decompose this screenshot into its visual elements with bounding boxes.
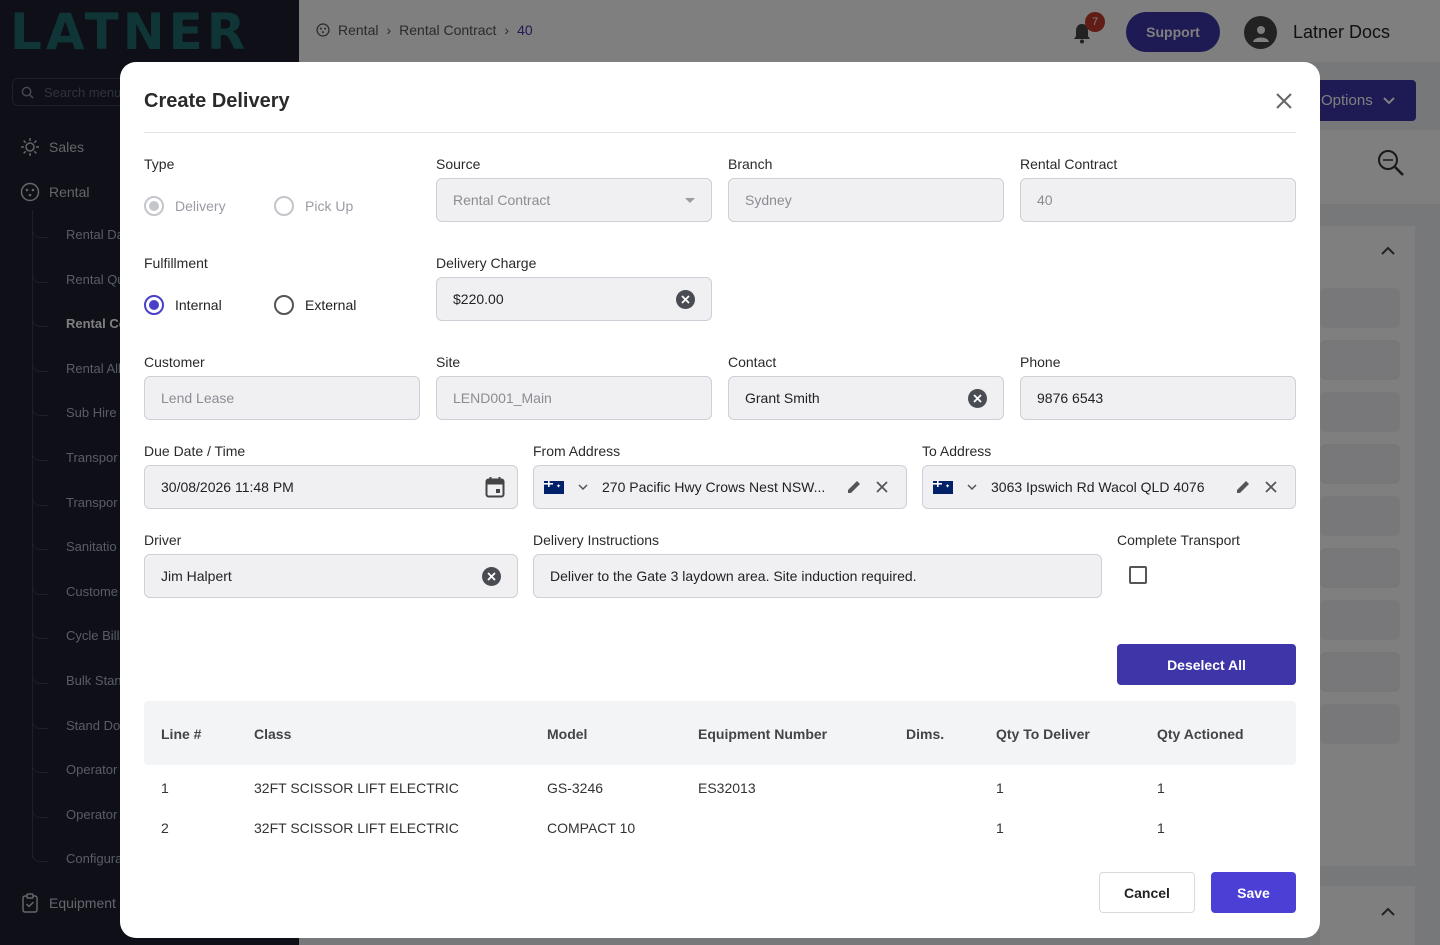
caret-down-icon [685, 197, 695, 203]
source-select: Rental Contract [436, 178, 712, 222]
to-address-label: To Address [922, 443, 992, 459]
table-cell: GS-3246 [547, 780, 604, 796]
driver-label: Driver [144, 532, 182, 548]
fulfillment-radio-internal[interactable]: Internal [144, 295, 222, 315]
delivery-instructions-input[interactable]: Deliver to the Gate 3 laydown area. Site… [533, 554, 1102, 598]
to-address-value: 3063 Ipswich Rd Wacol QLD 4076 [991, 479, 1205, 495]
branch-field: Sydney [728, 178, 1004, 222]
fulfillment-label: Fulfillment [144, 255, 208, 271]
type-delivery-label: Delivery [175, 198, 226, 214]
radio-indicator [144, 295, 164, 315]
delivery-instructions-value: Deliver to the Gate 3 laydown area. Site… [550, 568, 917, 584]
to-address-input[interactable]: 3063 Ipswich Rd Wacol QLD 4076 [922, 465, 1296, 509]
create-delivery-modal: Create Delivery Type Delivery Pick Up So… [120, 62, 1320, 938]
fulfillment-internal-label: Internal [175, 297, 222, 313]
phone-label: Phone [1020, 354, 1061, 370]
table-header: Line # Class Model Equipment Number Dims… [144, 701, 1296, 765]
radio-indicator [144, 196, 164, 216]
radio-indicator [274, 196, 294, 216]
driver-value: Jim Halpert [161, 568, 232, 584]
type-pickup-label: Pick Up [305, 198, 354, 214]
customer-value: Lend Lease [161, 390, 235, 406]
fulfillment-radio-external[interactable]: External [274, 295, 356, 315]
deselect-all-button[interactable]: Deselect All [1117, 644, 1296, 685]
from-address-input[interactable]: 270 Pacific Hwy Crows Nest NSW... [533, 465, 907, 509]
driver-input[interactable]: Jim Halpert [144, 554, 518, 598]
clear-icon[interactable] [482, 566, 501, 586]
contact-value: Grant Smith [745, 390, 820, 406]
close-icon[interactable] [872, 477, 892, 497]
contact-input[interactable]: Grant Smith [728, 376, 1004, 420]
table-cell: 1 [996, 820, 1004, 836]
contact-label: Contact [728, 354, 777, 370]
type-radio-pickup: Pick Up [274, 196, 353, 216]
column-header[interactable]: Line # [161, 726, 201, 742]
rental-contract-value: 40 [1037, 192, 1053, 208]
close-icon[interactable] [1261, 477, 1281, 497]
due-date-label: Due Date / Time [144, 443, 246, 459]
customer-field: Lend Lease [144, 376, 420, 420]
modal-divider [144, 132, 1296, 133]
column-header[interactable]: Equipment Number [698, 726, 827, 742]
table-cell: 2 [161, 820, 169, 836]
complete-transport-label: Complete Transport [1117, 532, 1240, 548]
site-value: LEND001_Main [453, 390, 552, 406]
table-cell: COMPACT 10 [547, 820, 636, 836]
rental-contract-label: Rental Contract [1020, 156, 1118, 172]
edit-pencil-icon[interactable] [844, 477, 864, 497]
table-cell: 1 [1157, 780, 1165, 796]
source-value: Rental Contract [453, 192, 551, 208]
australia-flag-icon [933, 480, 953, 494]
clear-icon[interactable] [676, 289, 695, 309]
chevron-down-icon [967, 484, 977, 490]
table-cell: 1 [1157, 820, 1165, 836]
type-radio-delivery: Delivery [144, 196, 226, 216]
fulfillment-external-label: External [305, 297, 357, 313]
column-header[interactable]: Model [547, 726, 587, 742]
source-label: Source [436, 156, 481, 172]
column-header[interactable]: Class [254, 726, 291, 742]
from-address-label: From Address [533, 443, 621, 459]
site-label: Site [436, 354, 461, 370]
due-date-value: 30/08/2026 11:48 PM [161, 479, 294, 495]
australia-flag-icon [544, 480, 564, 494]
delivery-charge-label: Delivery Charge [436, 255, 537, 271]
chevron-down-icon [578, 484, 588, 490]
delivery-charge-value: $220.00 [453, 291, 504, 307]
cancel-button[interactable]: Cancel [1099, 872, 1195, 913]
country-select[interactable] [544, 480, 588, 494]
due-date-input[interactable]: 30/08/2026 11:48 PM [144, 465, 518, 509]
branch-value: Sydney [745, 192, 792, 208]
modal-title: Create Delivery [144, 90, 290, 112]
column-header[interactable]: Dims. [906, 726, 944, 742]
site-field: LEND001_Main [436, 376, 712, 420]
calendar-icon[interactable] [485, 476, 505, 498]
table-cell: 1 [996, 780, 1004, 796]
table-cell: 1 [161, 780, 169, 796]
phone-value: 9876 6543 [1037, 390, 1104, 406]
radio-indicator [274, 295, 294, 315]
type-label: Type [144, 156, 175, 172]
table-cell: 32FT SCISSOR LIFT ELECTRIC [254, 820, 459, 836]
clear-icon[interactable] [968, 388, 987, 408]
country-select[interactable] [933, 480, 977, 494]
delivery-charge-input[interactable]: $220.00 [436, 277, 712, 321]
rental-contract-field: 40 [1020, 178, 1296, 222]
close-icon[interactable] [1274, 91, 1294, 111]
edit-pencil-icon[interactable] [1233, 477, 1253, 497]
delivery-instructions-label: Delivery Instructions [533, 532, 660, 548]
save-button[interactable]: Save [1211, 872, 1296, 913]
from-address-value: 270 Pacific Hwy Crows Nest NSW... [602, 479, 826, 495]
table-cell: 32FT SCISSOR LIFT ELECTRIC [254, 780, 459, 796]
table-cell: ES32013 [698, 780, 756, 796]
phone-input[interactable]: 9876 6543 [1020, 376, 1296, 420]
branch-label: Branch [728, 156, 773, 172]
customer-label: Customer [144, 354, 205, 370]
column-header[interactable]: Qty Actioned [1157, 726, 1244, 742]
column-header[interactable]: Qty To Deliver [996, 726, 1090, 742]
complete-transport-checkbox[interactable] [1129, 566, 1147, 584]
